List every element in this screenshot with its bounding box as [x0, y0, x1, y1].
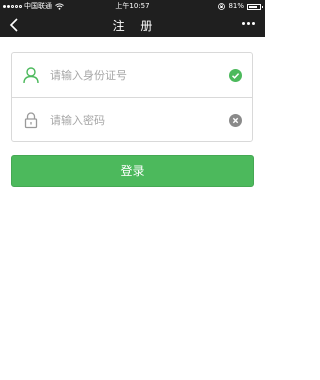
lock-icon — [24, 112, 38, 129]
register-form — [11, 52, 253, 142]
password-input[interactable] — [50, 110, 220, 130]
orientation-lock-icon — [218, 3, 226, 10]
check-circle-icon — [229, 69, 242, 82]
status-bar: 中国联通 上午10:57 81% — [0, 0, 265, 13]
battery-percent: 81% — [228, 2, 244, 10]
top-bar: 中国联通 上午10:57 81% 注 册 — [0, 0, 265, 37]
password-row — [12, 98, 252, 142]
page-title: 注 册 — [112, 19, 159, 33]
status-right: 81% — [218, 0, 263, 13]
login-button[interactable]: 登录 — [11, 155, 254, 187]
clear-circle-icon[interactable] — [229, 114, 242, 127]
id-number-row — [12, 53, 252, 97]
battery-icon — [247, 3, 263, 10]
id-number-input[interactable] — [50, 65, 220, 85]
more-dots-icon[interactable] — [242, 22, 255, 25]
nav-bar: 注 册 — [0, 13, 265, 37]
user-icon — [23, 67, 39, 84]
